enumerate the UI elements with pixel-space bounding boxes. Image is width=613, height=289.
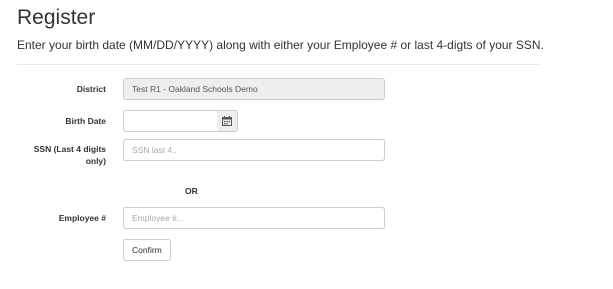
employee-input[interactable] <box>123 207 385 229</box>
district-field <box>123 78 385 100</box>
employee-label: Employee # <box>58 213 106 223</box>
district-label: District <box>76 84 106 94</box>
calendar-button[interactable] <box>217 110 238 132</box>
confirm-button[interactable]: Confirm <box>123 239 171 261</box>
birth-date-label: Birth Date <box>65 116 106 126</box>
ssn-input[interactable] <box>123 139 385 161</box>
ssn-label-line2: only) <box>85 156 106 166</box>
ssn-label: SSN (Last 4 digits only) <box>18 143 106 167</box>
birth-date-input[interactable] <box>123 110 218 132</box>
ssn-label-line1: SSN (Last 4 digits <box>33 144 106 154</box>
page-title: Register <box>17 6 96 29</box>
page-subtitle: Enter your birth date (MM/DD/YYYY) along… <box>17 38 544 52</box>
or-separator: OR <box>185 186 198 196</box>
header-divider <box>17 64 540 65</box>
calendar-icon <box>222 116 232 126</box>
